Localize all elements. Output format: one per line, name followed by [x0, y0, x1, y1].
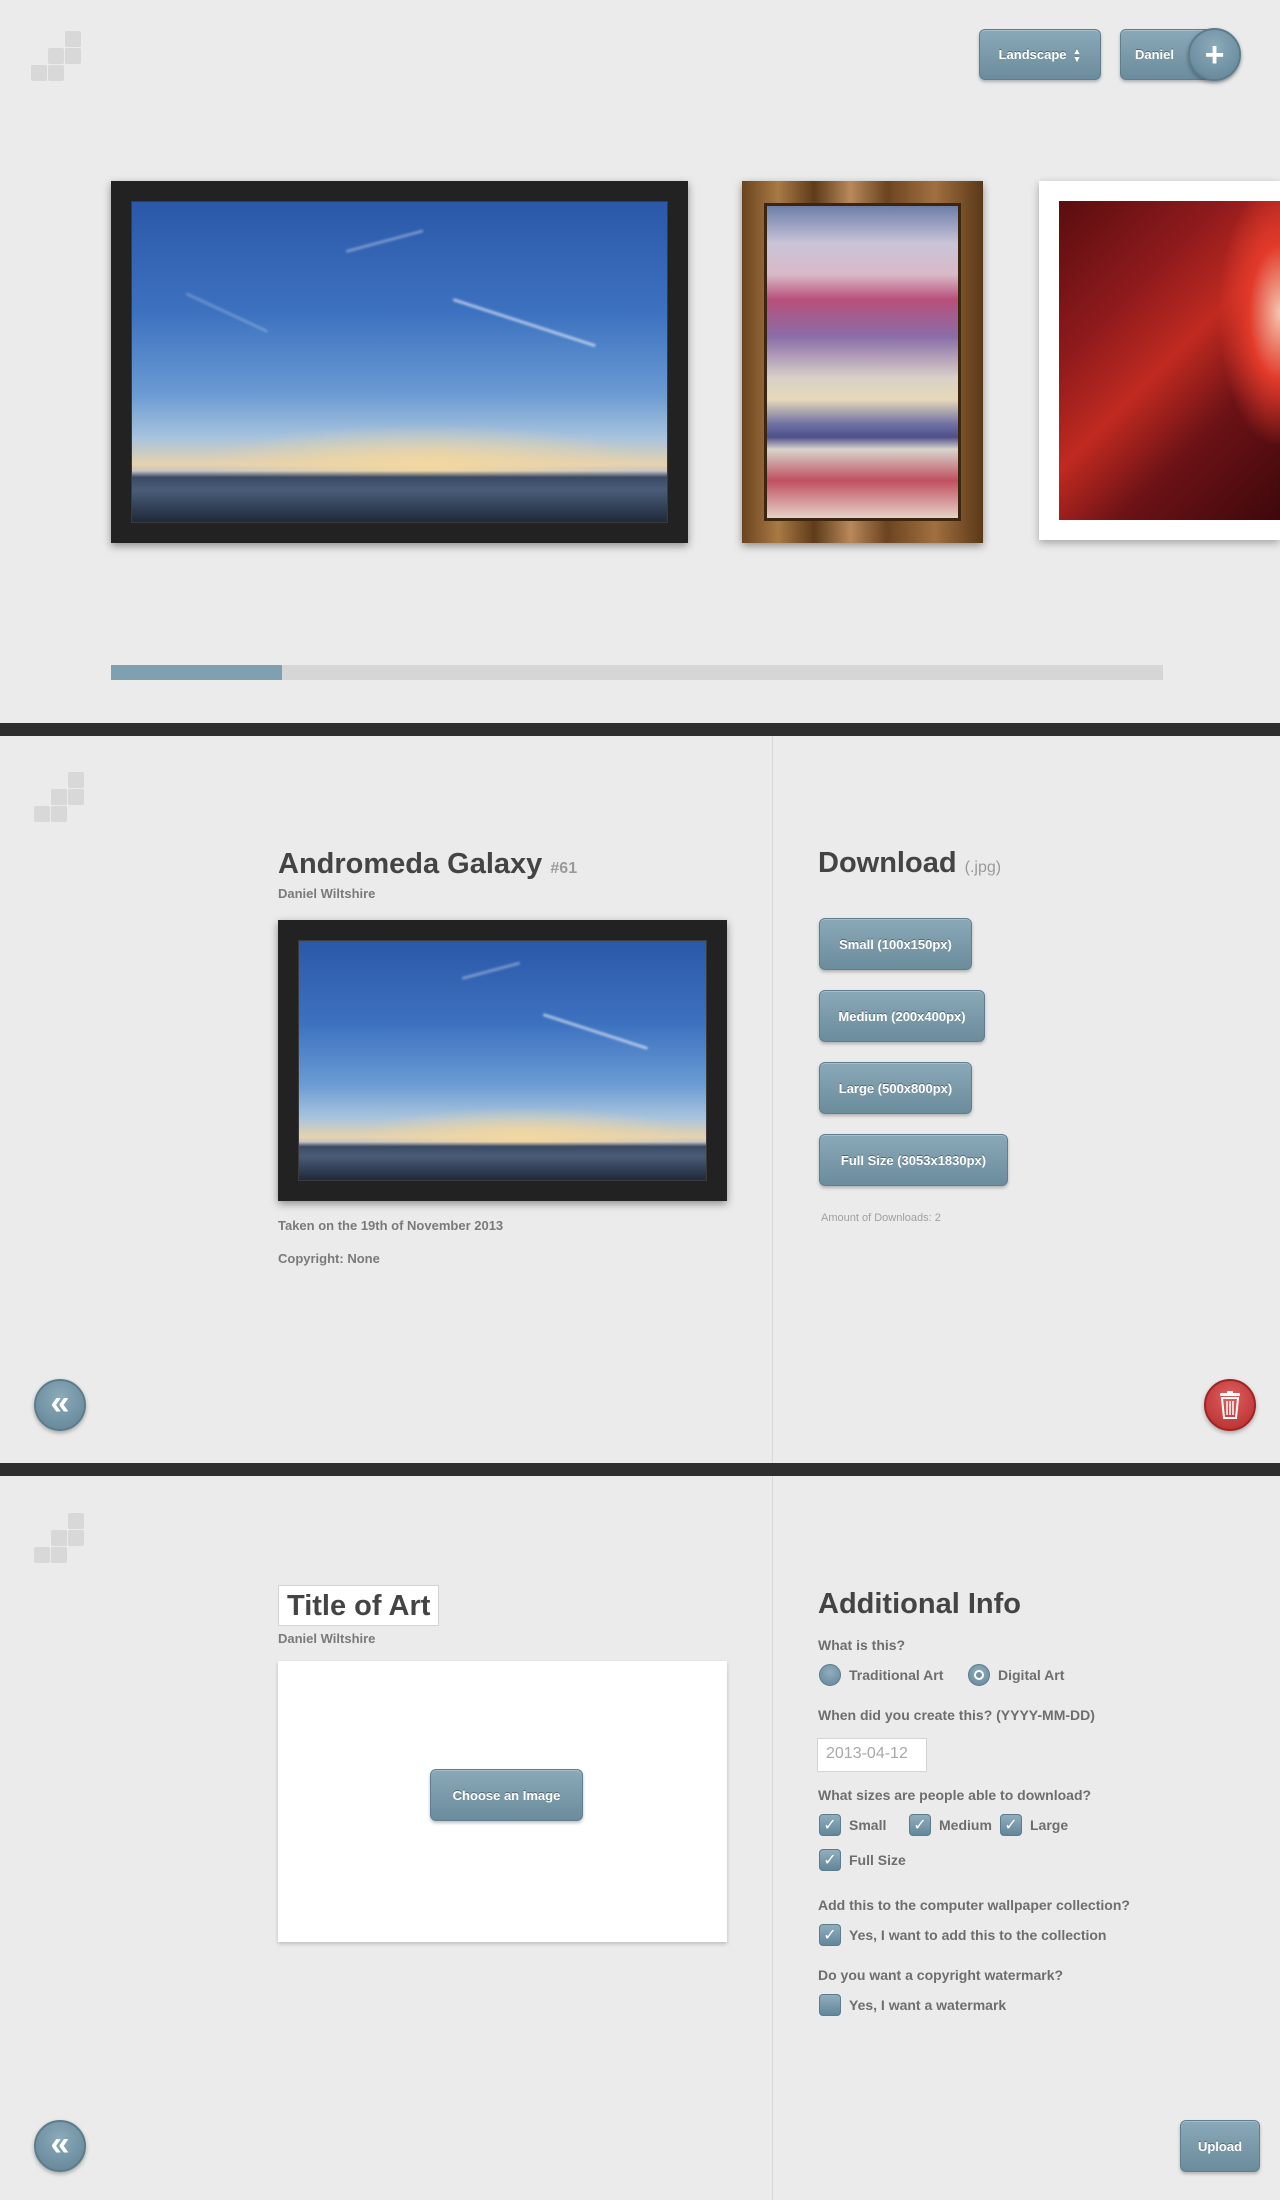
double-chevron-left-icon: « — [50, 1384, 70, 1422]
orientation-label: Landscape — [998, 47, 1067, 62]
detail-section: Andromeda Galaxy #61 Daniel Wiltshire Ta… — [0, 736, 1280, 1463]
radio-button-selected[interactable] — [968, 1664, 990, 1686]
art-title-text: Andromeda Galaxy — [278, 848, 543, 880]
checkbox-medium[interactable]: ✓ Medium — [909, 1814, 992, 1836]
check-icon[interactable]: ✓ — [819, 1924, 841, 1946]
delete-button[interactable] — [1204, 1379, 1256, 1431]
checkbox-small-label: Small — [849, 1817, 887, 1833]
checkbox-large[interactable]: ✓ Large — [1000, 1814, 1068, 1836]
watercolor-image — [767, 206, 958, 518]
gallery-section: Landscape ▲ ▼ Daniel + — [0, 0, 1280, 723]
canyon-image — [1059, 201, 1280, 520]
radio-traditional-label: Traditional Art — [849, 1667, 944, 1683]
question-sizes: What sizes are people able to download? — [818, 1787, 1092, 1803]
orientation-select[interactable]: Landscape ▲ ▼ — [979, 29, 1101, 80]
title-field[interactable]: Title of Art — [278, 1585, 440, 1626]
updown-icon: ▲ ▼ — [1072, 45, 1082, 64]
radio-digital-label: Digital Art — [998, 1667, 1065, 1683]
download-ext: (.jpg) — [964, 859, 1002, 876]
upload-button[interactable]: Upload — [1180, 2120, 1260, 2172]
choose-image-button[interactable]: Choose an Image — [430, 1769, 583, 1821]
download-title: Download — [818, 847, 957, 879]
gallery-item-night-sky[interactable] — [111, 181, 688, 543]
download-heading: Download (.jpg) — [818, 847, 1001, 880]
radio-digital[interactable]: Digital Art — [968, 1664, 1064, 1686]
checkbox-wallpaper-label: Yes, I want to add this to the collectio… — [849, 1927, 1107, 1943]
artist-name: Daniel Wiltshire — [278, 886, 376, 901]
download-full-button[interactable]: Full Size (3053x1830px) — [819, 1134, 1008, 1186]
user-label: Daniel — [1135, 47, 1175, 62]
checkbox-medium-label: Medium — [939, 1817, 992, 1833]
image-dropzone[interactable]: Choose an Image — [278, 1661, 727, 1942]
upload-section: Title of Art Daniel Wiltshire Choose an … — [0, 1476, 1280, 2200]
logo[interactable] — [34, 772, 86, 824]
column-divider — [772, 736, 773, 1463]
download-large-button[interactable]: Large (500x800px) — [819, 1062, 972, 1114]
double-chevron-left-icon: « — [50, 2125, 70, 2163]
additional-info-title: Additional Info — [818, 1588, 1021, 1620]
art-preview — [278, 920, 727, 1201]
checkbox-watermark-label: Yes, I want a watermark — [849, 1997, 1007, 2013]
gallery-scrollbar[interactable] — [111, 665, 1163, 680]
downloads-count: Amount of Downloads: 2 — [821, 1212, 941, 1224]
checkbox-small[interactable]: ✓ Small — [819, 1814, 886, 1836]
back-button[interactable]: « — [34, 2120, 86, 2172]
art-title: Andromeda Galaxy #61 — [278, 848, 577, 881]
checkbox-wallpaper[interactable]: ✓ Yes, I want to add this to the collect… — [819, 1924, 1106, 1946]
night-sky-image — [299, 941, 706, 1180]
question-watermark: Do you want a copyright watermark? — [818, 1967, 1064, 1983]
trash-icon — [1220, 1391, 1240, 1419]
checkbox-watermark[interactable]: Yes, I want a watermark — [819, 1994, 1006, 2016]
date-field[interactable]: 2013-04-12 — [817, 1738, 927, 1772]
artist-name: Daniel Wiltshire — [278, 1631, 376, 1646]
column-divider — [772, 1476, 773, 2200]
section-divider — [0, 723, 1280, 736]
gallery-item-watercolor[interactable] — [742, 181, 983, 543]
art-number: #61 — [550, 860, 578, 877]
radio-traditional[interactable]: Traditional Art — [819, 1664, 943, 1686]
copyright: Copyright: None — [278, 1251, 380, 1266]
question-type: What is this? — [818, 1637, 906, 1653]
check-icon[interactable]: ✓ — [1000, 1814, 1022, 1836]
check-icon[interactable]: ✓ — [819, 1814, 841, 1836]
section-divider — [0, 1463, 1280, 1476]
check-icon[interactable]: ✓ — [909, 1814, 931, 1836]
checkbox-full[interactable]: ✓ Full Size — [819, 1849, 906, 1871]
download-medium-button[interactable]: Medium (200x400px) — [819, 990, 985, 1042]
question-wallpaper: Add this to the computer wallpaper colle… — [818, 1897, 1130, 1913]
gallery-item-canyon[interactable] — [1039, 181, 1280, 540]
night-sky-image — [132, 202, 667, 522]
download-small-button[interactable]: Small (100x150px) — [819, 918, 972, 970]
checkbox-large-label: Large — [1030, 1817, 1069, 1833]
radio-button[interactable] — [819, 1664, 841, 1686]
question-date: When did you create this? (YYYY-MM-DD) — [818, 1707, 1095, 1723]
gallery-scroll-thumb[interactable] — [111, 665, 283, 680]
checkbox-full-label: Full Size — [849, 1852, 906, 1868]
check-icon[interactable]: ✓ — [819, 1849, 841, 1871]
logo[interactable] — [31, 31, 83, 83]
back-button[interactable]: « — [34, 1379, 86, 1431]
add-art-button[interactable]: + — [1188, 28, 1241, 81]
empty-checkbox[interactable] — [819, 1994, 841, 2016]
logo[interactable] — [34, 1513, 86, 1565]
taken-date: Taken on the 19th of November 2013 — [278, 1218, 504, 1233]
plus-icon: + — [1204, 35, 1225, 74]
